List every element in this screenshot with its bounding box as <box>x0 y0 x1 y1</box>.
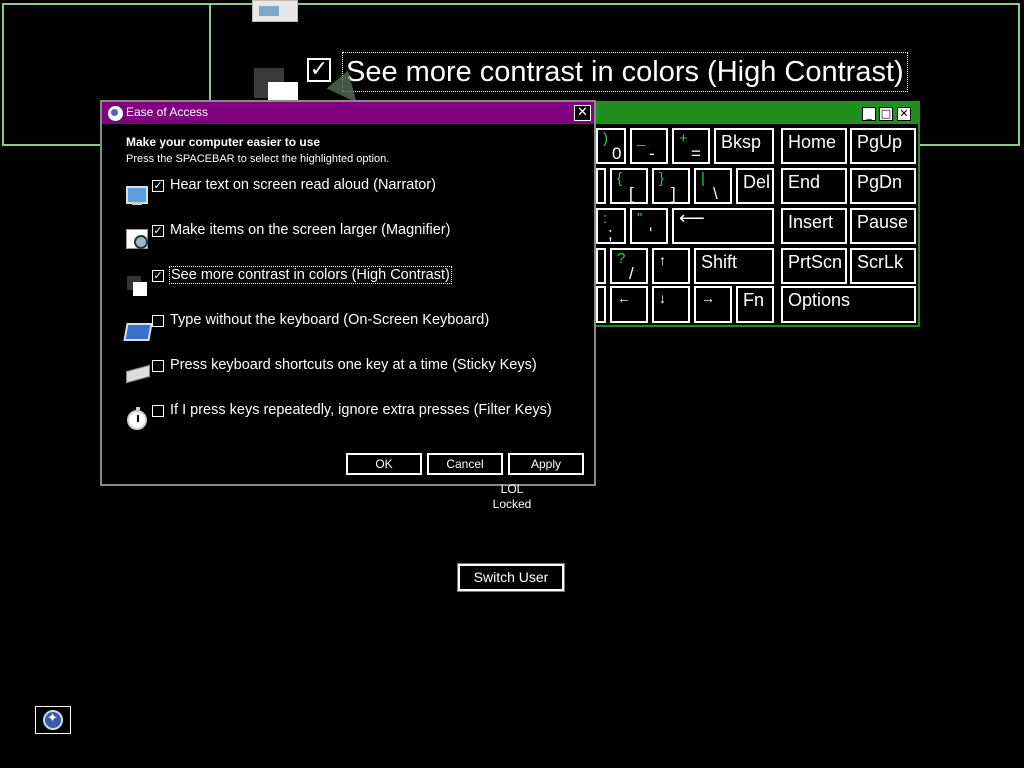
key-ctrl[interactable] <box>596 286 606 323</box>
magnifier-checkbox[interactable]: ✓ <box>152 225 164 237</box>
magnified-option-text: See more contrast in colors (High Contra… <box>342 52 908 92</box>
high-contrast-checkbox[interactable]: ✓ <box>152 270 164 282</box>
option-on-screen-keyboard[interactable]: Type without the keyboard (On-Screen Key… <box>123 312 584 355</box>
key-options[interactable]: Options <box>781 286 916 323</box>
magnifier-label[interactable]: Make items on the screen larger (Magnifi… <box>170 222 450 238</box>
on-screen-keyboard-checkbox[interactable] <box>152 315 164 327</box>
switch-user-button[interactable]: Switch User <box>457 563 565 592</box>
option-magnifier[interactable]: ✓ Make items on the screen larger (Magni… <box>124 222 584 265</box>
lock-status: Locked <box>492 497 532 511</box>
cancel-button[interactable]: Cancel <box>427 453 503 475</box>
magnifier-icon <box>124 225 150 251</box>
ok-button[interactable]: OK <box>346 453 422 475</box>
dialog-heading: Make your computer easier to use <box>126 135 321 149</box>
filter-keys-checkbox[interactable] <box>152 405 164 417</box>
key-enter[interactable]: ⟵ <box>672 208 774 244</box>
key-edge[interactable] <box>596 248 606 284</box>
key-end[interactable]: End <box>781 168 847 204</box>
key-p[interactable] <box>596 168 606 204</box>
key-left-arrow[interactable]: ← <box>610 286 648 323</box>
key-pgdn[interactable]: PgDn <box>850 168 916 204</box>
osk-maximize-button[interactable]: □ <box>879 107 893 121</box>
apply-button[interactable]: Apply <box>508 453 584 475</box>
key-shift[interactable]: Shift <box>694 248 774 284</box>
option-filter-keys[interactable]: If I press keys repeatedly, ignore extra… <box>124 402 584 445</box>
user-tile: LOL Locked <box>462 482 562 512</box>
key-right-arrow[interactable]: → <box>694 286 732 323</box>
ease-of-access-button[interactable] <box>35 706 71 734</box>
dialog-titlebar[interactable]: Ease of Access ✕ <box>102 102 594 124</box>
filter-keys-label[interactable]: If I press keys repeatedly, ignore extra… <box>170 402 552 418</box>
dialog-title: Ease of Access <box>126 105 209 119</box>
key-up-arrow[interactable]: ↑ <box>652 248 690 284</box>
key-insert[interactable]: Insert <box>781 208 847 244</box>
sticky-keys-checkbox[interactable] <box>152 360 164 372</box>
option-high-contrast[interactable]: ✓ See more contrast in colors (High Cont… <box>124 266 584 310</box>
key-slash[interactable]: ? / <box>610 248 648 284</box>
key-home[interactable]: Home <box>781 128 847 164</box>
ease-of-access-dialog: Ease of Access ✕ Make your computer easi… <box>100 100 596 486</box>
key-quote[interactable]: " ' <box>630 208 668 244</box>
close-button[interactable]: ✕ <box>574 105 591 121</box>
key-fn[interactable]: Fn <box>736 286 774 323</box>
key-left-bracket[interactable]: {[ <box>610 168 648 204</box>
key-pgup[interactable]: PgUp <box>850 128 916 164</box>
key-minus[interactable]: _ - <box>630 128 668 164</box>
ease-of-access-icon <box>107 105 124 122</box>
osk-close-button[interactable]: ✕ <box>897 107 911 121</box>
key-right-bracket[interactable]: }] <box>652 168 690 204</box>
on-screen-keyboard-icon <box>123 315 153 341</box>
key-0[interactable]: ) 0 <box>596 128 626 164</box>
key-equals[interactable]: + = <box>672 128 710 164</box>
key-semicolon[interactable]: :; <box>596 208 626 244</box>
narrator-icon <box>124 180 150 206</box>
sticky-keys-icon <box>124 360 150 386</box>
narrator-label[interactable]: Hear text on screen read aloud (Narrator… <box>170 177 436 193</box>
osk-minimize-button[interactable]: _ <box>862 107 876 121</box>
user-name: LOL <box>500 482 524 496</box>
filter-keys-icon <box>124 405 150 431</box>
narrator-checkbox[interactable]: ✓ <box>152 180 164 192</box>
key-down-arrow[interactable]: ↓ <box>652 286 690 323</box>
magnified-checkbox: ✓ <box>307 58 331 82</box>
dialog-instructions: Press the SPACEBAR to select the highlig… <box>126 153 390 165</box>
on-screen-keyboard-label[interactable]: Type without the keyboard (On-Screen Key… <box>170 312 489 328</box>
high-contrast-label[interactable]: See more contrast in colors (High Contra… <box>169 266 452 284</box>
key-pause[interactable]: Pause <box>850 208 916 244</box>
magnified-magnifier-icon <box>252 0 298 22</box>
key-backspace[interactable]: Bksp <box>714 128 774 164</box>
osk-titlebar[interactable]: _ □ ✕ <box>596 103 918 124</box>
key-backslash[interactable]: | \ <box>694 168 732 204</box>
key-prtscn[interactable]: PrtScn <box>781 248 847 284</box>
option-sticky-keys[interactable]: Press keyboard shortcuts one key at a ti… <box>124 357 584 400</box>
ease-of-access-icon <box>43 710 63 730</box>
on-screen-keyboard: _ □ ✕ ) 0 _ - + = Bksp Home PgUp {[ }] | \ D… <box>594 101 920 327</box>
key-scrlk[interactable]: ScrLk <box>850 248 916 284</box>
high-contrast-icon <box>124 270 150 296</box>
option-narrator[interactable]: ✓ Hear text on screen read aloud (Narrat… <box>124 177 584 220</box>
key-del[interactable]: Del <box>736 168 774 204</box>
sticky-keys-label[interactable]: Press keyboard shortcuts one key at a ti… <box>170 357 537 373</box>
